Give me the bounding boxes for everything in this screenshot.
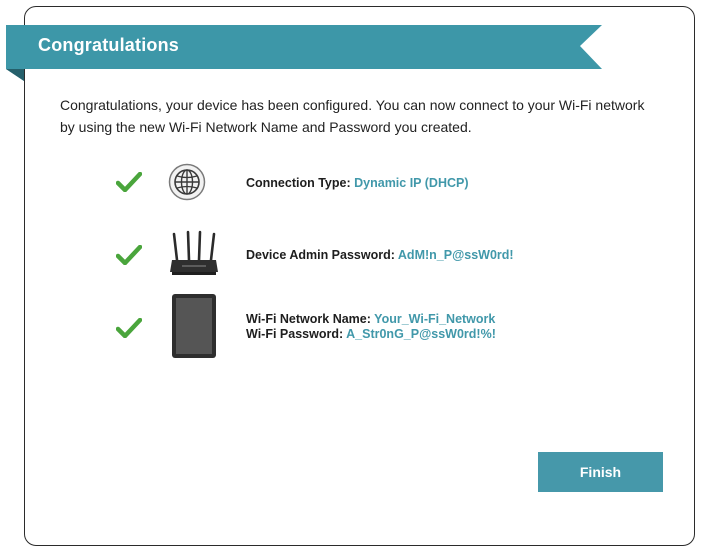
admin-password-label: Device Admin Password: xyxy=(246,248,395,262)
connection-type-value: Dynamic IP (DHCP) xyxy=(354,176,469,190)
check-icon xyxy=(116,245,142,265)
setup-wizard-page: Congratulations Congratulations, your de… xyxy=(0,0,706,546)
finish-button[interactable]: Finish xyxy=(538,452,663,492)
check-icon xyxy=(116,318,142,338)
wifi-password-value: A_Str0nG_P@ssW0rd!%! xyxy=(346,327,496,341)
admin-password-info: Device Admin Password: AdM!n_P@ssW0rd! xyxy=(246,248,514,263)
connection-type-label: Connection Type: xyxy=(246,176,351,190)
intro-text: Congratulations, your device has been co… xyxy=(60,97,645,135)
router-icon xyxy=(170,230,218,275)
connection-type-info: Connection Type: Dynamic IP (DHCP) xyxy=(246,176,469,191)
wifi-password-label: Wi-Fi Password: xyxy=(246,327,344,341)
wifi-info: Wi-Fi Network Name: Your_Wi-Fi_Network W… xyxy=(246,312,496,342)
check-icon xyxy=(116,172,142,192)
wifi-name-value: Your_Wi-Fi_Network xyxy=(374,312,496,326)
admin-password-value: AdM!n_P@ssW0rd! xyxy=(397,248,514,262)
banner-fold-corner xyxy=(6,69,24,81)
page-title: Congratulations xyxy=(38,35,179,55)
wifi-name-label: Wi-Fi Network Name: xyxy=(246,312,371,326)
tablet-icon xyxy=(172,294,216,358)
globe-icon xyxy=(168,163,206,201)
